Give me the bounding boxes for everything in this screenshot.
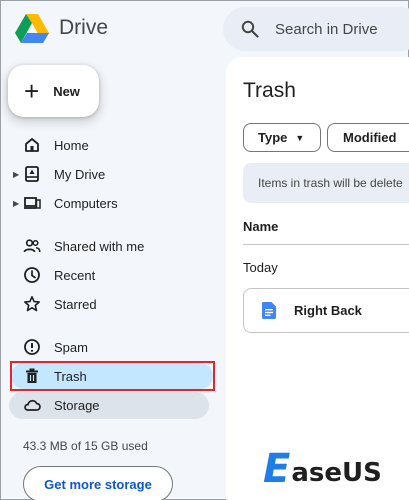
drive-logo-icon — [15, 14, 49, 43]
computers-icon — [23, 194, 41, 212]
dropdown-arrow-icon: ▼ — [295, 132, 305, 143]
trash-notice-banner: Items in trash will be delete — [243, 163, 409, 203]
sidebar-item-spam[interactable]: Spam — [1, 333, 216, 361]
clock-icon — [23, 266, 41, 284]
docs-icon — [262, 302, 276, 319]
sidebar-item-shared-with-me[interactable]: Shared with me — [1, 232, 216, 260]
people-icon — [23, 237, 41, 255]
modified-filter-chip[interactable]: Modified — [327, 123, 409, 152]
header-divider — [243, 244, 409, 245]
sidebar-item-storage[interactable]: Storage — [1, 391, 216, 419]
home-icon — [23, 136, 41, 154]
watermark-text: aseUS — [291, 458, 382, 488]
search-icon — [241, 20, 259, 38]
easeus-watermark: E aseUS — [263, 449, 382, 489]
file-name: Right Back — [294, 303, 362, 318]
file-card[interactable]: Right Back — [243, 288, 409, 333]
get-more-storage-button[interactable]: Get more storage — [23, 466, 173, 500]
sidebar-item-label: Starred — [54, 296, 97, 312]
new-button-label: New — [53, 83, 80, 99]
new-button[interactable]: + New — [8, 65, 99, 117]
sidebar-item-label: My Drive — [54, 166, 106, 182]
app-title: Drive — [59, 16, 109, 39]
storage-usage-text: 43.3 MB of 15 GB used — [23, 439, 148, 453]
expand-caret-icon[interactable]: ▶ — [13, 170, 19, 179]
drive-logo[interactable]: Drive — [15, 13, 108, 43]
page-title: Trash — [243, 79, 296, 102]
search-input[interactable]: Search in Drive — [275, 21, 378, 38]
sidebar-item-label: Recent — [54, 267, 96, 283]
spam-icon — [23, 338, 41, 356]
sidebar-item-label: Trash — [54, 368, 87, 384]
sidebar-item-label: Home — [54, 137, 89, 153]
trash-icon — [23, 367, 41, 385]
trash-notice-text: Items in trash will be delete — [258, 176, 403, 190]
sidebar-item-computers[interactable]: ▶ Computers — [1, 189, 216, 217]
sidebar-item-my-drive[interactable]: ▶ My Drive — [1, 160, 216, 188]
search-bar[interactable]: Search in Drive — [223, 7, 409, 51]
modified-filter-label: Modified — [343, 130, 397, 145]
sidebar-item-label: Computers — [54, 195, 118, 211]
plus-icon: + — [24, 76, 40, 106]
star-icon — [23, 295, 41, 313]
type-filter-chip[interactable]: Type ▼ — [243, 123, 321, 152]
main-panel: Trash Type ▼ Modified Items in trash wil… — [226, 57, 409, 500]
sidebar-item-label: Spam — [54, 339, 88, 355]
column-header-name[interactable]: Name — [243, 219, 278, 234]
sidebar-item-home[interactable]: Home — [1, 131, 216, 159]
sidebar-item-label: Shared with me — [54, 238, 145, 254]
cloud-icon — [23, 396, 41, 414]
type-filter-label: Type — [258, 130, 288, 145]
watermark-initial: E — [263, 446, 291, 492]
sidebar-item-starred[interactable]: Starred — [1, 290, 216, 318]
my-drive-icon — [23, 165, 41, 183]
sidebar-item-recent[interactable]: Recent — [1, 261, 216, 289]
sidebar-item-trash[interactable]: Trash — [1, 361, 216, 391]
expand-caret-icon[interactable]: ▶ — [13, 199, 19, 208]
sidebar-item-label: Storage — [54, 397, 100, 413]
group-label-today: Today — [243, 260, 278, 275]
